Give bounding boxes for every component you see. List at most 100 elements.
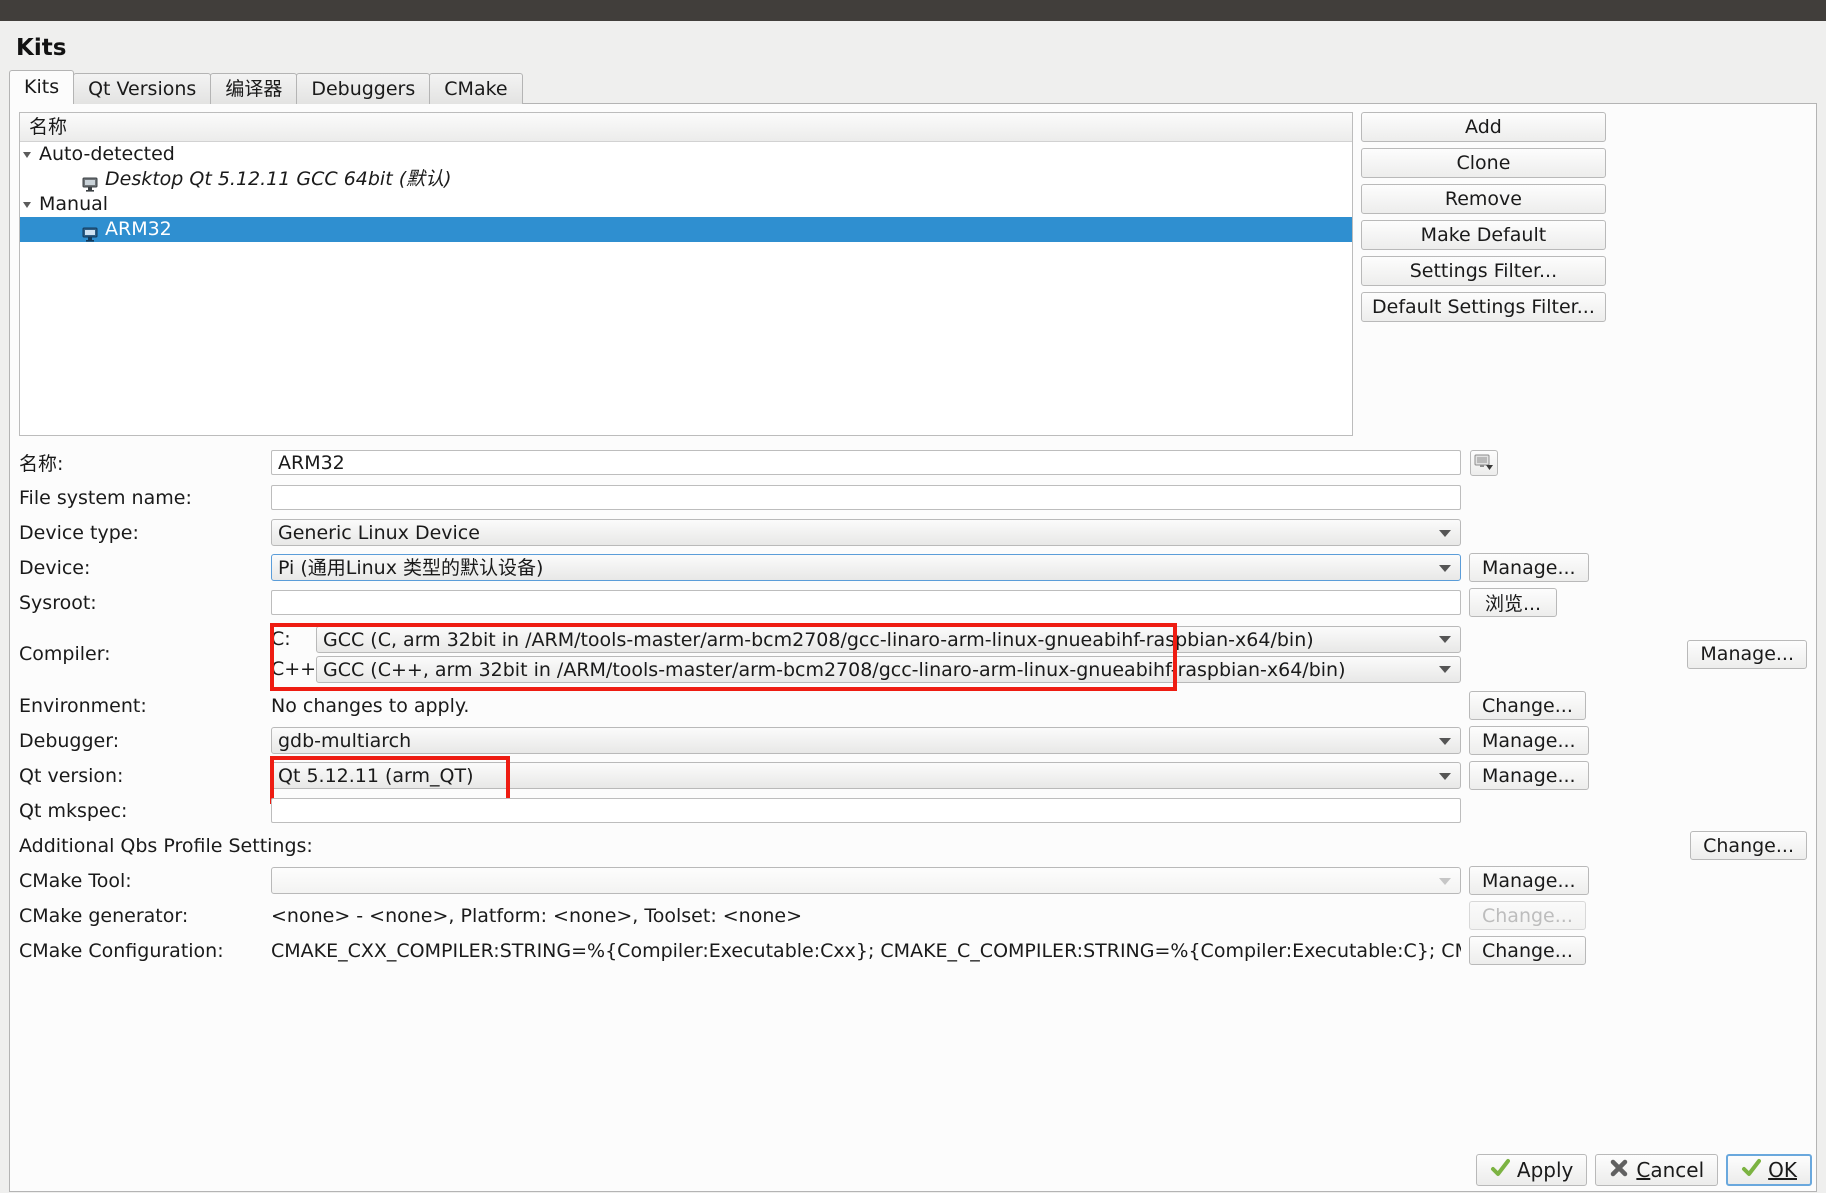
form-row-environment: Environment: No changes to apply. Change… — [19, 689, 1807, 722]
qt-mkspec-input[interactable] — [271, 798, 1461, 823]
check-icon — [1490, 1158, 1510, 1183]
kit-item-label: ARM32 — [105, 218, 172, 240]
cmake-configuration-label: CMake Configuration: — [19, 939, 224, 962]
device-type-value: Generic Linux Device — [278, 522, 480, 544]
clone-button[interactable]: Clone — [1361, 148, 1606, 178]
qbs-profile-change-button[interactable]: Change... — [1690, 831, 1807, 860]
form-row-sysroot: Sysroot: 浏览... — [19, 586, 1807, 619]
kit-group-label: Manual — [39, 193, 109, 215]
chevron-down-icon[interactable] — [23, 201, 31, 208]
device-value: Pi (通用Linux 类型的默认设备) — [278, 557, 544, 579]
kit-group-auto-detected[interactable]: Auto-detected — [20, 142, 1352, 167]
compiler-c-label: C: — [271, 628, 291, 650]
sysroot-input[interactable] — [271, 590, 1461, 615]
form-row-cmake-generator: CMake generator: <none> - <none>, Platfo… — [19, 899, 1807, 932]
apply-label: Apply — [1516, 1158, 1574, 1182]
kit-group-manual[interactable]: Manual — [20, 192, 1352, 217]
cmake-configuration-change-button[interactable]: Change... — [1469, 936, 1586, 965]
file-system-name-input[interactable] — [271, 485, 1461, 510]
kit-icon-picker-button[interactable] — [1470, 449, 1498, 476]
cmake-tool-label: CMake Tool: — [19, 869, 132, 892]
add-button[interactable]: Add — [1361, 112, 1606, 142]
name-input[interactable]: ARM32 — [271, 450, 1461, 475]
device-type-select[interactable]: Generic Linux Device — [271, 519, 1461, 546]
make-default-button[interactable]: Make Default — [1361, 220, 1606, 250]
tab-kits[interactable]: Kits — [9, 70, 75, 104]
qt-version-manage-button[interactable]: Manage... — [1469, 761, 1589, 790]
cross-icon — [1609, 1158, 1629, 1183]
form-row-device-type: Device type: Generic Linux Device — [19, 516, 1807, 549]
file-system-name-label: File system name: — [19, 486, 192, 509]
cmake-tool-manage-button[interactable]: Manage... — [1469, 866, 1589, 895]
chevron-down-icon — [1439, 636, 1451, 643]
kit-item-arm32[interactable]: ARM32 — [20, 217, 1352, 242]
apply-button[interactable]: Apply — [1475, 1154, 1588, 1186]
compiler-c-row: C: GCC (C, arm 32bit in /ARM/tools-maste… — [271, 625, 1679, 653]
device-manage-button[interactable]: Manage... — [1469, 553, 1589, 582]
check-icon — [1741, 1158, 1762, 1183]
page-title: Kits — [16, 35, 67, 61]
form-row-name: 名称: ARM32 — [19, 446, 1807, 479]
kit-detail-form: 名称: ARM32 File system name: Device type:… — [19, 446, 1807, 967]
chevron-down-icon — [1439, 529, 1451, 537]
ok-button[interactable]: OK — [1726, 1154, 1812, 1186]
sysroot-browse-button[interactable]: 浏览... — [1469, 588, 1557, 617]
cmake-generator-value: <none> - <none>, Platform: <none>, Tools… — [271, 904, 802, 927]
cancel-button[interactable]: Cancel — [1595, 1154, 1719, 1186]
debugger-manage-button[interactable]: Manage... — [1469, 726, 1589, 755]
cmake-generator-label: CMake generator: — [19, 904, 189, 927]
cmake-tool-select[interactable] — [271, 867, 1461, 894]
compiler-manage-button[interactable]: Manage... — [1687, 639, 1807, 669]
kit-group-label: Auto-detected — [39, 143, 175, 165]
form-row-device: Device: Pi (通用Linux 类型的默认设备) Manage... — [19, 551, 1807, 584]
kit-item-desktop[interactable]: Desktop Qt 5.12.11 GCC 64bit (默认) — [20, 167, 1352, 192]
environment-label: Environment: — [19, 694, 147, 717]
name-label: 名称: — [19, 453, 64, 475]
qt-version-select[interactable]: Qt 5.12.11 (arm_QT) — [271, 762, 1461, 789]
debugger-label: Debugger: — [19, 729, 120, 752]
ok-label: OK — [1768, 1158, 1797, 1182]
tab-cmake[interactable]: CMake — [429, 73, 523, 104]
form-row-qt-mkspec: Qt mkspec: — [19, 794, 1807, 827]
qbs-profile-label: Additional Qbs Profile Settings: — [19, 834, 313, 857]
settings-filter-button[interactable]: Settings Filter... — [1361, 256, 1606, 286]
desktop-monitor-icon — [82, 224, 98, 242]
kit-list-buttons: Add Clone Remove Make Default Settings F… — [1361, 112, 1606, 436]
tab-debuggers[interactable]: Debuggers — [296, 73, 431, 104]
debugger-select[interactable]: gdb-multiarch — [271, 727, 1461, 754]
cmake-generator-change-button: Change... — [1469, 901, 1586, 930]
kit-list[interactable]: 名称 Auto-detected Desktop Qt 5.12.11 GCC … — [19, 112, 1353, 436]
device-type-label: Device type: — [19, 521, 139, 544]
chevron-down-icon[interactable] — [23, 151, 31, 158]
compiler-label: Compiler: — [19, 643, 111, 665]
compiler-cxx-label: C++: — [271, 658, 323, 680]
qt-version-label: Qt version: — [19, 764, 124, 787]
window-titlebar — [0, 0, 1826, 21]
tab-qt-versions[interactable]: Qt Versions — [73, 73, 212, 104]
tab-compilers[interactable]: 编译器 — [210, 73, 298, 104]
desktop-monitor-icon — [82, 174, 98, 192]
chevron-down-icon — [1439, 564, 1451, 572]
device-label: Device: — [19, 556, 91, 579]
compiler-c-value: GCC (C, arm 32bit in /ARM/tools-master/a… — [323, 628, 1314, 651]
environment-change-button[interactable]: Change... — [1469, 691, 1586, 720]
default-settings-filter-button[interactable]: Default Settings Filter... — [1361, 292, 1606, 322]
compiler-cxx-value: GCC (C++, arm 32bit in /ARM/tools-master… — [323, 658, 1346, 681]
debugger-value: gdb-multiarch — [278, 730, 412, 752]
environment-value: No changes to apply. — [271, 694, 470, 717]
form-row-qt-version: Qt version: Qt 5.12.11 (arm_QT) Manage..… — [19, 756, 1807, 804]
kit-list-area: 名称 Auto-detected Desktop Qt 5.12.11 GCC … — [19, 112, 1807, 436]
device-select[interactable]: Pi (通用Linux 类型的默认设备) — [271, 554, 1461, 581]
qt-version-value: Qt 5.12.11 (arm_QT) — [278, 765, 474, 787]
chevron-down-icon — [1439, 666, 1451, 673]
compiler-cxx-select[interactable]: GCC (C++, arm 32bit in /ARM/tools-master… — [316, 655, 1461, 683]
form-row-compiler: Compiler: C: GCC (C, arm 32bit in /ARM/t… — [19, 621, 1807, 691]
chevron-down-icon — [1439, 877, 1451, 885]
kit-item-label: Desktop Qt 5.12.11 GCC 64bit (默认) — [105, 168, 452, 190]
form-row-qbs-profile: Additional Qbs Profile Settings: Change.… — [19, 829, 1807, 862]
form-row-cmake-tool: CMake Tool: Manage... — [19, 864, 1807, 897]
kits-page: 名称 Auto-detected Desktop Qt 5.12.11 GCC … — [9, 104, 1817, 1192]
remove-button[interactable]: Remove — [1361, 184, 1606, 214]
compiler-c-select[interactable]: GCC (C, arm 32bit in /ARM/tools-master/a… — [316, 625, 1461, 653]
form-row-file-system-name: File system name: — [19, 481, 1807, 514]
